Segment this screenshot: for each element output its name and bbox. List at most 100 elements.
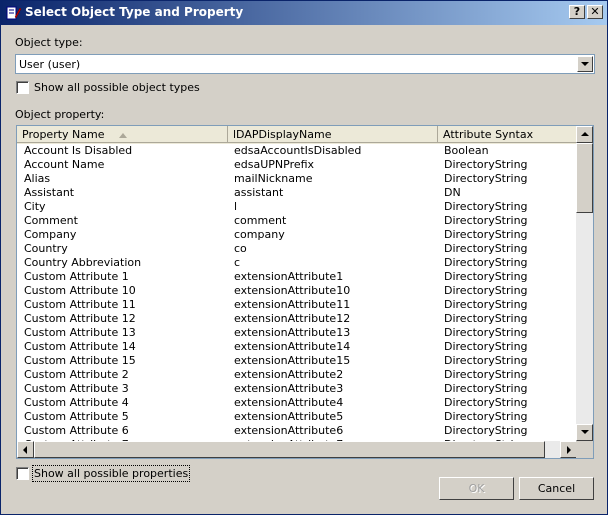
property-name-cell: Custom Attribute 11 <box>24 298 136 311</box>
ldap-display-name-cell: edsaAccountIsDisabled <box>234 144 362 157</box>
ldap-display-name-cell: extensionAttribute10 <box>234 284 351 297</box>
sort-ascending-icon <box>118 132 127 138</box>
object-type-value: User (user) <box>19 58 81 71</box>
object-type-select[interactable]: User (user) <box>15 54 595 74</box>
ldap-display-name-cell: l <box>234 200 238 213</box>
property-name-cell: Custom Attribute 2 <box>24 368 129 381</box>
table-row[interactable]: Custom Attribute 12 extensionAttribute12 D… <box>17 312 577 326</box>
help-button[interactable]: ? <box>569 5 585 19</box>
attribute-syntax-cell: DirectoryString <box>444 270 528 283</box>
attribute-syntax-cell: DirectoryString <box>444 354 528 367</box>
table-row[interactable]: Custom Attribute 14 extensionAttribute14 D… <box>17 340 577 354</box>
arrow-left-icon <box>23 446 27 454</box>
ok-button[interactable]: OK <box>439 477 514 500</box>
column-header-label: Attribute Syntax <box>443 128 534 141</box>
show-all-properties-label[interactable]: Show all possible properties <box>31 465 191 482</box>
table-row[interactable]: Custom Attribute 2 extensionAttribute2 Dir… <box>17 368 577 382</box>
property-name-cell: Custom Attribute 5 <box>24 410 129 423</box>
column-header-ldap-display-name[interactable]: lDAPDisplayName <box>228 126 438 143</box>
table-row[interactable]: Custom Attribute 3 extensionAttribute3 Dir… <box>17 382 577 396</box>
ldap-display-name-cell: extensionAttribute2 <box>234 368 344 381</box>
attribute-syntax-cell: DirectoryString <box>444 228 528 241</box>
column-header-label: Property Name <box>22 128 105 141</box>
scroll-down-button[interactable] <box>576 424 593 441</box>
attribute-syntax-cell: DirectoryString <box>444 382 528 395</box>
vertical-scrollbar[interactable] <box>576 126 593 441</box>
attribute-syntax-cell: DirectoryString <box>444 200 528 213</box>
table-row[interactable]: Country co DirectoryString <box>17 242 577 256</box>
show-all-properties-checkbox[interactable] <box>16 467 29 480</box>
ldap-display-name-cell: extensionAttribute1 <box>234 270 344 283</box>
attribute-syntax-cell: Boolean <box>444 144 489 157</box>
table-row[interactable]: Custom Attribute 6 extensionAttribute6 Dir… <box>17 424 577 438</box>
table-row[interactable]: Custom Attribute 5 extensionAttribute5 Dir… <box>17 410 577 424</box>
attribute-syntax-cell: DirectoryString <box>444 396 528 409</box>
attribute-syntax-cell: DirectoryString <box>444 340 528 353</box>
table-row[interactable]: Custom Attribute 13 extensionAttribute13 D… <box>17 326 577 340</box>
property-list-header: Property Name lDAPDisplayName Attribute … <box>17 126 577 144</box>
table-row[interactable]: Account Is Disabled edsaAccountIsDisabled… <box>17 144 577 158</box>
object-type-dropdown-button[interactable] <box>577 56 593 72</box>
attribute-syntax-cell: DirectoryString <box>444 410 528 423</box>
property-name-cell: Alias <box>24 172 51 185</box>
dialog-window: Select Object Type and Property ? ✕ Obje… <box>0 0 608 515</box>
table-row[interactable]: Assistant assistant DN <box>17 186 577 200</box>
property-name-cell: Comment <box>24 214 78 227</box>
column-header-label: lDAPDisplayName <box>233 128 332 141</box>
attribute-syntax-cell: DirectoryString <box>444 172 528 185</box>
attribute-syntax-cell: DirectoryString <box>444 158 528 171</box>
object-type-label: Object type: <box>15 36 83 49</box>
table-row[interactable]: Comment comment DirectoryString <box>17 214 577 228</box>
scroll-up-button[interactable] <box>576 126 593 143</box>
table-row[interactable]: City l DirectoryString <box>17 200 577 214</box>
column-header-property-name[interactable]: Property Name <box>17 126 228 143</box>
property-name-cell: Country Abbreviation <box>24 256 142 269</box>
property-name-cell: Custom Attribute 3 <box>24 382 129 395</box>
ldap-display-name-cell: company <box>234 228 285 241</box>
attribute-syntax-cell: DirectoryString <box>444 424 528 437</box>
cancel-button[interactable]: Cancel <box>519 477 594 500</box>
property-name-cell: Assistant <box>24 186 75 199</box>
property-name-cell: Company <box>24 228 77 241</box>
table-row[interactable]: Company company DirectoryString <box>17 228 577 242</box>
show-all-types-checkbox[interactable] <box>16 81 29 94</box>
ldap-display-name-cell: comment <box>234 214 287 227</box>
horizontal-scroll-thumb[interactable] <box>34 441 545 458</box>
attribute-syntax-cell: DirectoryString <box>444 256 528 269</box>
column-header-attribute-syntax[interactable]: Attribute Syntax <box>438 126 577 143</box>
horizontal-scrollbar[interactable] <box>17 441 577 458</box>
show-all-types-label[interactable]: Show all possible object types <box>34 81 200 94</box>
table-row[interactable]: Custom Attribute 11 extensionAttribute11 D… <box>17 298 577 312</box>
property-name-cell: Custom Attribute 15 <box>24 354 136 367</box>
ldap-display-name-cell: extensionAttribute3 <box>234 382 344 395</box>
object-property-label: Object property: <box>15 108 105 121</box>
arrow-down-icon <box>581 430 589 434</box>
table-row[interactable]: Account Name edsaUPNPrefix DirectoryString <box>17 158 577 172</box>
attribute-syntax-cell: DirectoryString <box>444 214 528 227</box>
scroll-right-button[interactable] <box>560 441 577 458</box>
ldap-display-name-cell: extensionAttribute15 <box>234 354 351 367</box>
attribute-syntax-cell: DirectoryString <box>444 368 528 381</box>
arrow-up-icon <box>581 132 589 136</box>
table-row[interactable]: Country Abbreviation c DirectoryString <box>17 256 577 270</box>
ldap-display-name-cell: extensionAttribute4 <box>234 396 344 409</box>
property-name-cell: City <box>24 200 46 213</box>
ldap-display-name-cell: extensionAttribute13 <box>234 326 351 339</box>
ldap-display-name-cell: extensionAttribute14 <box>234 340 351 353</box>
table-row[interactable]: Custom Attribute 10 extensionAttribute10 D… <box>17 284 577 298</box>
property-name-cell: Custom Attribute 6 <box>24 424 129 437</box>
scroll-left-button[interactable] <box>17 441 34 458</box>
close-button[interactable]: ✕ <box>587 5 603 19</box>
vertical-scroll-thumb[interactable] <box>576 143 593 213</box>
ldap-display-name-cell: co <box>234 242 247 255</box>
attribute-syntax-cell: DirectoryString <box>444 312 528 325</box>
scrollbar-corner <box>576 441 593 458</box>
ldap-display-name-cell: c <box>234 256 241 269</box>
table-row[interactable]: Custom Attribute 15 extensionAttribute15 D… <box>17 354 577 368</box>
property-list[interactable]: Property Name lDAPDisplayName Attribute … <box>16 125 594 459</box>
table-row[interactable]: Alias mailNickname DirectoryString <box>17 172 577 186</box>
table-row[interactable]: Custom Attribute 1 extensionAttribute1 Dir… <box>17 270 577 284</box>
table-row[interactable]: Custom Attribute 4 extensionAttribute4 Dir… <box>17 396 577 410</box>
title-bar[interactable]: Select Object Type and Property ? ✕ <box>1 1 607 25</box>
property-name-cell: Custom Attribute 1 <box>24 270 129 283</box>
